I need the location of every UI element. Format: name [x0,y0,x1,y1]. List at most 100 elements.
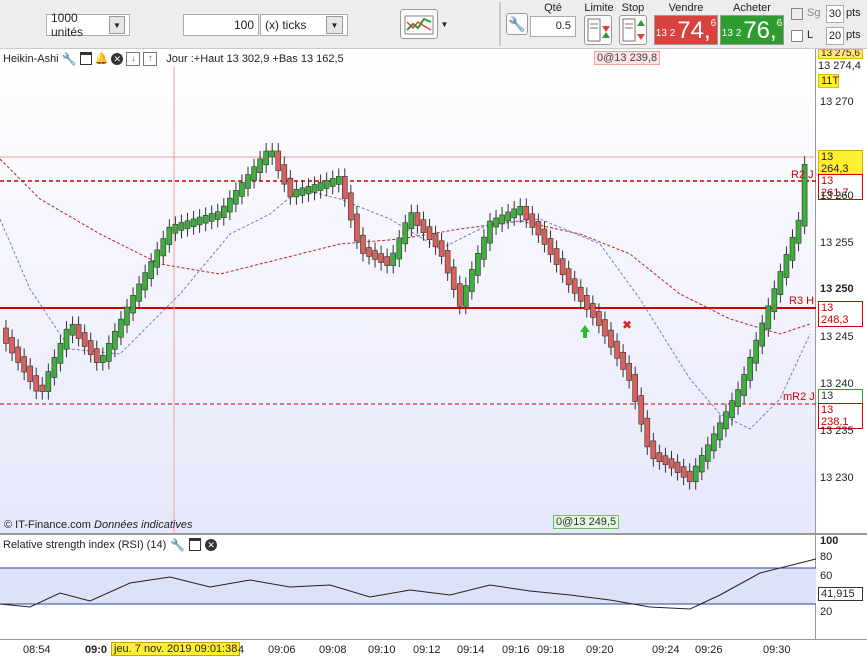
candle [100,355,106,363]
candle [759,322,766,347]
candle [75,324,82,339]
l-label: L [807,29,814,41]
candle [227,197,233,213]
candle [608,329,614,348]
limit-label: Limite [584,2,614,14]
candle [686,470,693,483]
buy-price-decimal: 6 [776,18,783,29]
cursor-time-tag: jeu. 7 nov. 2019 09:01:38 [111,642,241,656]
stop-guaranteed-checkbox[interactable] [791,8,803,20]
candle [426,226,433,241]
candle [487,220,493,244]
candle [196,216,203,226]
candle [148,260,154,279]
ticks-input[interactable]: 100 [183,14,259,36]
candle [596,311,602,326]
sell-button[interactable]: 13 2 74, 6 [654,15,718,45]
candle [348,192,354,221]
candle [456,283,463,307]
candle [493,217,499,228]
candle [469,269,475,292]
candle [136,283,142,302]
candle [402,222,409,245]
stop-order-button[interactable] [619,15,647,45]
candle [378,253,384,263]
watermark: © IT-Finance.com Données indicatives [4,519,192,531]
candle [360,234,366,254]
candle [275,150,282,171]
candle [51,357,58,378]
settings-button[interactable]: 🔧 [506,13,528,35]
sg-points-input[interactable]: 30 [826,5,844,23]
candle [735,389,741,407]
y-tick: 13 230 [820,472,854,484]
limit-order-button[interactable] [584,15,612,45]
candle [329,178,336,187]
buy-button[interactable]: 13 2 76, 6 [720,15,784,45]
chart-type-button[interactable] [400,9,438,39]
chevron-down-icon[interactable]: ▼ [438,14,451,36]
candle [202,215,209,224]
candle [541,228,548,245]
sell-label: Vendre [668,2,704,14]
candle [632,374,639,402]
x-tick: 09:08 [319,644,347,656]
candle [69,324,76,336]
sell-price-decimal: 6 [710,18,717,29]
candle [384,256,390,266]
buy-signal-arrow [580,325,590,338]
y-tick: 13 255 [820,237,854,249]
candle [698,455,705,473]
quantity-select-value: 1000 unités [51,11,84,39]
candle [523,206,530,221]
timeframe-tag: 11T [818,74,839,88]
x-tick: 09:14 [457,644,485,656]
candle [771,288,778,313]
candle [638,395,645,425]
candle [783,254,790,278]
candle [535,221,542,236]
candle [408,212,415,230]
candle [124,306,130,326]
x-tick: 09:10 [368,644,396,656]
buy-price-prefix: 13 2 [721,28,742,39]
watermark-note: Données indicatives [94,519,193,531]
candle [529,213,536,228]
stop-order-icon [622,18,645,42]
candle [711,433,717,452]
watermark-source: © IT-Finance.com [4,519,91,531]
candle [160,238,167,257]
l-pts-label: pts [846,29,861,41]
candle [590,303,596,318]
candle [317,182,324,191]
qty-input[interactable]: 0.5 [530,16,576,37]
candlestick-chart: ✖ [0,67,816,533]
x-tick: 09:24 [652,644,680,656]
candle [765,305,772,330]
candle [717,422,723,441]
candle [789,236,796,261]
candle [450,266,457,290]
sell-signal-cross: ✖ [622,318,632,332]
candle [602,319,608,337]
candle [166,226,173,245]
quantity-select[interactable]: 1000 unités ▼ [46,11,130,39]
limit-order-icon [587,18,610,42]
limit-checkbox[interactable] [791,30,803,42]
rsi-chart [0,558,816,610]
divider [499,2,501,46]
candle [747,356,753,381]
candle [777,271,784,295]
candle [172,224,179,234]
price-tag-top-cut: 13 275,6 [818,49,863,59]
ticks-unit-select[interactable]: (x) ticks ▼ [260,14,348,36]
x-tick: 09:12 [413,644,441,656]
candle [565,268,572,286]
candle [57,342,64,364]
limit-points-input[interactable]: 20 [826,27,844,45]
r3-line-label: R3 H [789,295,815,307]
candle [239,182,245,197]
price-tag-current: 13 264,3 [818,150,863,176]
candle [753,339,760,364]
x-tick: 08:54 [23,644,51,656]
